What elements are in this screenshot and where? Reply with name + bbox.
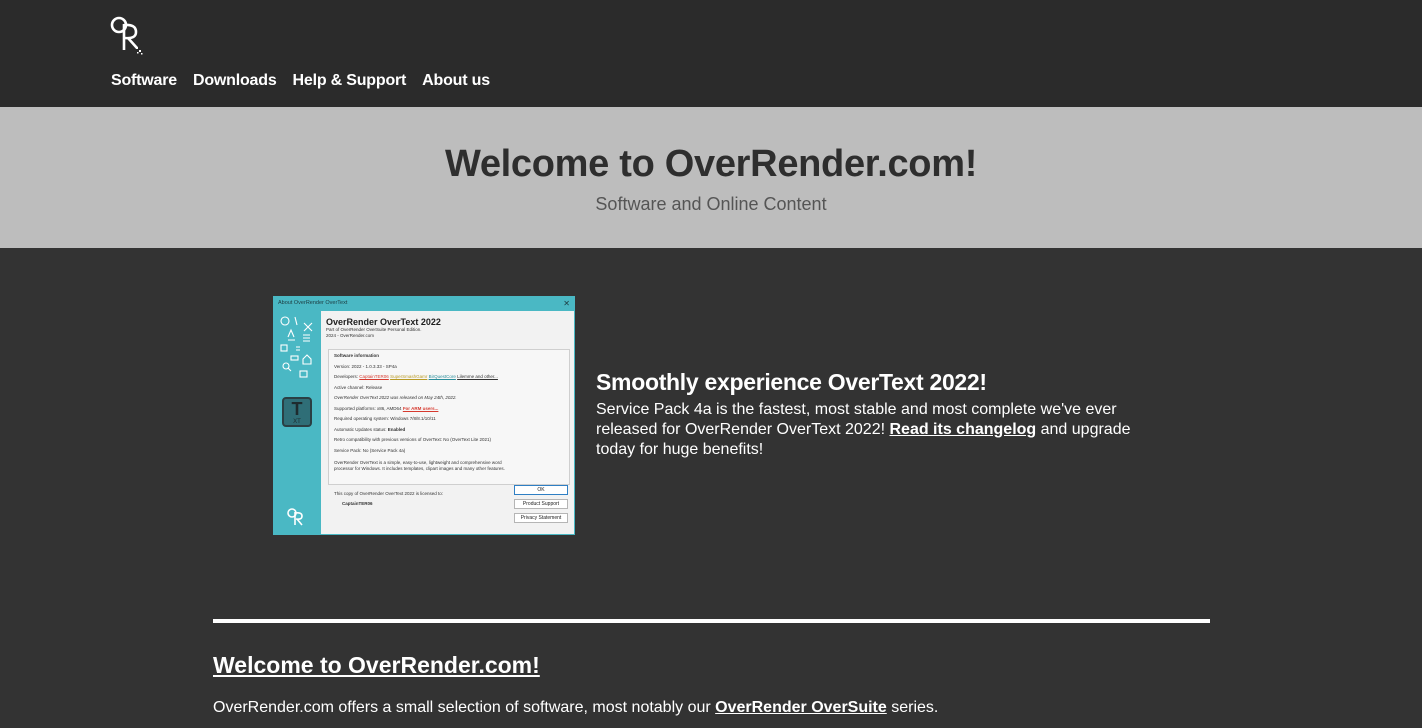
section-divider xyxy=(213,619,1210,623)
dialog-section-header: Software information xyxy=(334,353,380,358)
oversuite-link[interactable]: OverRender OverSuite xyxy=(715,699,887,716)
intro-text: OverRender.com offers a small selection … xyxy=(213,699,939,716)
dialog-or-logo xyxy=(287,507,307,532)
dialog-compat: Retro compatibility with previous versio… xyxy=(334,437,492,442)
dialog-version: Version: 2022 - 1.0.3.33 - SP4a xyxy=(334,363,397,369)
dialog-release-date: OverRender OverText 2022 was released on… xyxy=(334,395,457,400)
dialog-licensee: CaptainTER06 xyxy=(342,501,373,506)
arm-users-link[interactable]: For ARM users... xyxy=(403,406,439,411)
dialog-info-box: Software information Version: 2022 - 1.0… xyxy=(328,349,570,485)
feature-body: Service Pack 4a is the fastest, most sta… xyxy=(596,401,1131,458)
nav-software[interactable]: Software xyxy=(111,72,177,90)
dialog-copyright: 2024 - OverRender.com xyxy=(326,333,375,338)
hero-banner: Welcome to OverRender.com! Software and … xyxy=(0,107,1422,248)
dialog-updates-line: Automatic Updates status: Enabled xyxy=(334,426,406,432)
dialog-platforms-line: Supported platforms: x86, AMD64 For ARM … xyxy=(334,405,439,411)
developer-link[interactable]: BirQuestCore xyxy=(429,374,456,379)
nav-about-us[interactable]: About us xyxy=(422,72,490,90)
dialog-product-name: OverRender OverText 2022 xyxy=(326,317,441,327)
developer-link[interactable]: CaptainTER06 xyxy=(359,374,389,379)
main-nav: Software Downloads Help & Support About … xyxy=(111,72,490,90)
developer-link[interactable]: Lilemme and other... xyxy=(457,374,498,379)
site-header: Software Downloads Help & Support About … xyxy=(0,0,1422,107)
feature-title: Smoothly experience OverText 2022! xyxy=(596,369,987,395)
dialog-license: This copy of OverRender OverText 2022 is… xyxy=(334,491,444,496)
overtext-app-icon: T XT xyxy=(282,397,312,427)
hero-title: Welcome to OverRender.com! xyxy=(444,143,978,185)
dialog-service-pack: Service Pack: No (Service Pack 4a) xyxy=(334,447,406,453)
ok-button[interactable]: OK xyxy=(514,485,568,495)
close-icon: ✕ xyxy=(563,299,570,308)
changelog-link[interactable]: Read its changelog xyxy=(889,421,1036,438)
feature-text: Smoothly experience OverText 2022! Servi… xyxy=(596,369,1136,460)
nav-help-support[interactable]: Help & Support xyxy=(293,72,407,90)
dialog-sidebar: T XT xyxy=(274,311,321,534)
intro-title[interactable]: Welcome to OverRender.com! xyxy=(213,652,540,679)
privacy-statement-button[interactable]: Privacy Statement xyxy=(514,513,568,523)
dialog-titlebar: About OverRender OverText ✕ xyxy=(274,297,574,311)
dialog-channel: Active channel: Release xyxy=(334,384,383,390)
dialog-title: About OverRender OverText xyxy=(278,300,348,306)
hero-subtitle: Software and Online Content xyxy=(595,194,827,214)
product-support-button[interactable]: Product Support xyxy=(514,499,568,509)
nav-downloads[interactable]: Downloads xyxy=(193,72,277,90)
dialog-description: processor for Windows. It includes templ… xyxy=(334,465,505,471)
overrender-logo[interactable] xyxy=(110,14,146,56)
dialog-os: Required operating system: Windows 7/8/8… xyxy=(334,416,436,421)
dialog-content: OverRender OverText 2022 Part of OverRen… xyxy=(326,317,570,532)
overtext-about-screenshot[interactable]: About OverRender OverText ✕ T XT OverRen… xyxy=(273,296,575,535)
dialog-developers-line: Developers: CaptainTER06 SuperSmashGamr … xyxy=(334,374,498,379)
developer-link[interactable]: SuperSmashGamr xyxy=(390,374,427,379)
